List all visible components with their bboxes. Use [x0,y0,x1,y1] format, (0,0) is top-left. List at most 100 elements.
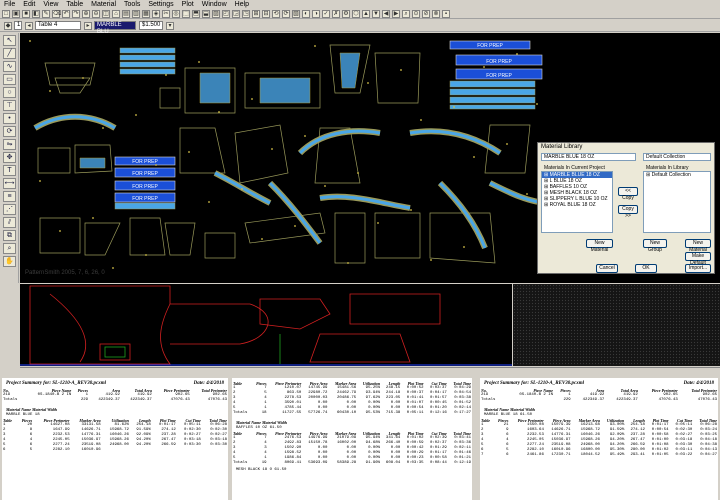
new-material-right-button[interactable]: New Material [685,239,711,253]
target-icon[interactable]: ◎ [172,9,180,18]
project-material-field[interactable]: MARBLE BLUE 18 OZ [541,153,636,161]
menu-plot[interactable]: Plot [182,1,194,8]
left-icon[interactable]: ◀ [382,9,390,18]
join-tool-icon[interactable]: ⧉ [3,230,16,241]
make-default-button[interactable]: Make Default [685,252,711,266]
save-icon[interactable]: ■ [22,9,30,18]
menu-help[interactable]: Help [235,1,249,8]
table-icon[interactable]: ▦ [142,9,150,18]
move-tool-icon[interactable]: ✥ [3,152,16,163]
menu-view[interactable]: View [43,1,58,8]
print-icon[interactable]: ◧ [32,9,40,18]
rotate-left-icon[interactable]: ⟲ [272,9,280,18]
menu-window[interactable]: Window [202,1,227,8]
corner-b-icon[interactable]: ◲ [232,9,240,18]
layer-b-icon[interactable]: ⬓ [202,9,210,18]
library-material-item[interactable]: ⊞ Default Collection [644,172,710,178]
dot-icon[interactable]: ▪ [442,9,450,18]
ok-button[interactable]: OK [635,264,657,273]
project-material-list[interactable]: ⊞ MARBLE BLUE 18 OZ ⊞ L BLUE 18 OZ ⊞ BAFFL… [541,171,613,233]
split-tool-icon[interactable]: ⫽ [3,217,16,228]
right-icon[interactable]: ▶ [392,9,400,18]
grid-icon[interactable]: ▤ [122,9,130,18]
measure-tool-icon[interactable]: ⟷ [3,178,16,189]
copy-left-button[interactable]: << Copy [618,187,638,201]
drill-mark [453,106,455,108]
rows-icon[interactable]: ▥ [132,9,140,18]
drill-tool-icon[interactable]: • [3,113,16,124]
open-icon[interactable]: ▣ [12,9,20,18]
copy-right-button[interactable]: Copy >> [618,205,638,219]
add-icon[interactable]: ⊞ [252,9,260,18]
nest-icon[interactable]: ◈ [152,9,160,18]
corner-c-icon[interactable]: ◳ [242,9,250,18]
pointer-tool-icon[interactable]: ↖ [3,35,16,46]
search-icon[interactable]: ⌕ [402,9,410,18]
menu-tools[interactable]: Tools [124,1,140,8]
home-icon[interactable]: ⌂ [112,9,120,18]
line-tool-icon[interactable]: ╱ [3,48,16,59]
totals-cell: 0:12:19 [454,461,471,465]
circle-tool-icon[interactable]: ○ [3,87,16,98]
hatch-icon[interactable]: ▨ [212,9,220,18]
fill-icon[interactable]: ▧ [292,9,300,18]
project-material-item[interactable]: ⊞ ROYAL BLUE 18 OZ [542,202,612,208]
page-number-field[interactable]: 1 [14,21,22,30]
rotate-right-icon[interactable]: ⟳ [282,9,290,18]
cancel-button[interactable]: Cancel [596,264,618,273]
menu-material[interactable]: Material [91,1,116,8]
pan-tool-icon[interactable]: ✋ [3,256,16,267]
arrow-icon[interactable]: ◆ [4,21,12,30]
new-material-left-button[interactable]: New Material [586,239,613,253]
slash-icon[interactable]: ⊘ [422,9,430,18]
half-b-icon[interactable]: ◑ [312,9,320,18]
price-field[interactable]: $1.500 [139,21,163,30]
zoom-in-icon[interactable]: ⊕ [82,9,90,18]
text-tool-icon[interactable]: T [3,165,16,176]
prev-icon[interactable]: ◂ [25,21,33,30]
edit-icon[interactable]: ✎ [42,9,50,18]
redo-icon[interactable]: ↷ [72,9,80,18]
cut-icon[interactable]: ✂ [162,9,170,18]
mirror-tool-icon[interactable]: ⇋ [3,139,16,150]
next-icon[interactable]: ▸ [84,21,92,30]
corner-a-icon[interactable]: ◰ [222,9,230,18]
new-icon[interactable]: □ [2,9,10,18]
cross-icon[interactable]: ✗ [332,9,340,18]
drill-mark [208,201,210,203]
notch-tool-icon[interactable]: ⊤ [3,100,16,111]
select-icon[interactable]: ⬚ [182,9,190,18]
fit-icon[interactable]: ◫ [102,9,110,18]
gear-icon[interactable]: ⚙ [342,9,350,18]
circle-icon[interactable]: ⊙ [412,9,420,18]
times-icon[interactable]: ⊗ [432,9,440,18]
hex-icon[interactable]: ⬡ [352,9,360,18]
layer-a-icon[interactable]: ⬒ [192,9,200,18]
material-select[interactable]: MARBLE BLU [94,21,136,35]
check-icon[interactable]: ✓ [322,9,330,18]
import-button[interactable]: Import... [685,264,711,273]
zoom-tool-icon[interactable]: ⌕ [3,243,16,254]
remove-icon[interactable]: ⊟ [262,9,270,18]
menu-edit[interactable]: Edit [23,1,35,8]
table-select[interactable]: Table 4 [35,21,81,30]
marker-preview[interactable] [20,284,512,366]
dropdown-icon[interactable]: ▾ [166,21,174,30]
rectangle-tool-icon[interactable]: ▭ [3,74,16,85]
seam-tool-icon[interactable]: ≡ [3,191,16,202]
half-a-icon[interactable]: ◐ [302,9,310,18]
rotate-tool-icon[interactable]: ⟳ [3,126,16,137]
curve-tool-icon[interactable]: ∿ [3,61,16,72]
library-material-list[interactable]: ⊞ Default Collection [643,171,711,233]
menu-table[interactable]: Table [66,1,83,8]
zoom-out-icon[interactable]: ⊖ [92,9,100,18]
down-icon[interactable]: ▼ [372,9,380,18]
menu-file[interactable]: File [4,1,15,8]
undo-icon[interactable]: ↶ [62,9,70,18]
new-group-button[interactable]: New Group [643,239,667,253]
menu-settings[interactable]: Settings [148,1,173,8]
grade-tool-icon[interactable]: ⋰ [3,204,16,215]
delete-icon[interactable]: ⌫ [52,9,61,18]
library-collection-field[interactable]: Default Collection [643,153,711,161]
up-icon[interactable]: ▲ [362,9,370,18]
